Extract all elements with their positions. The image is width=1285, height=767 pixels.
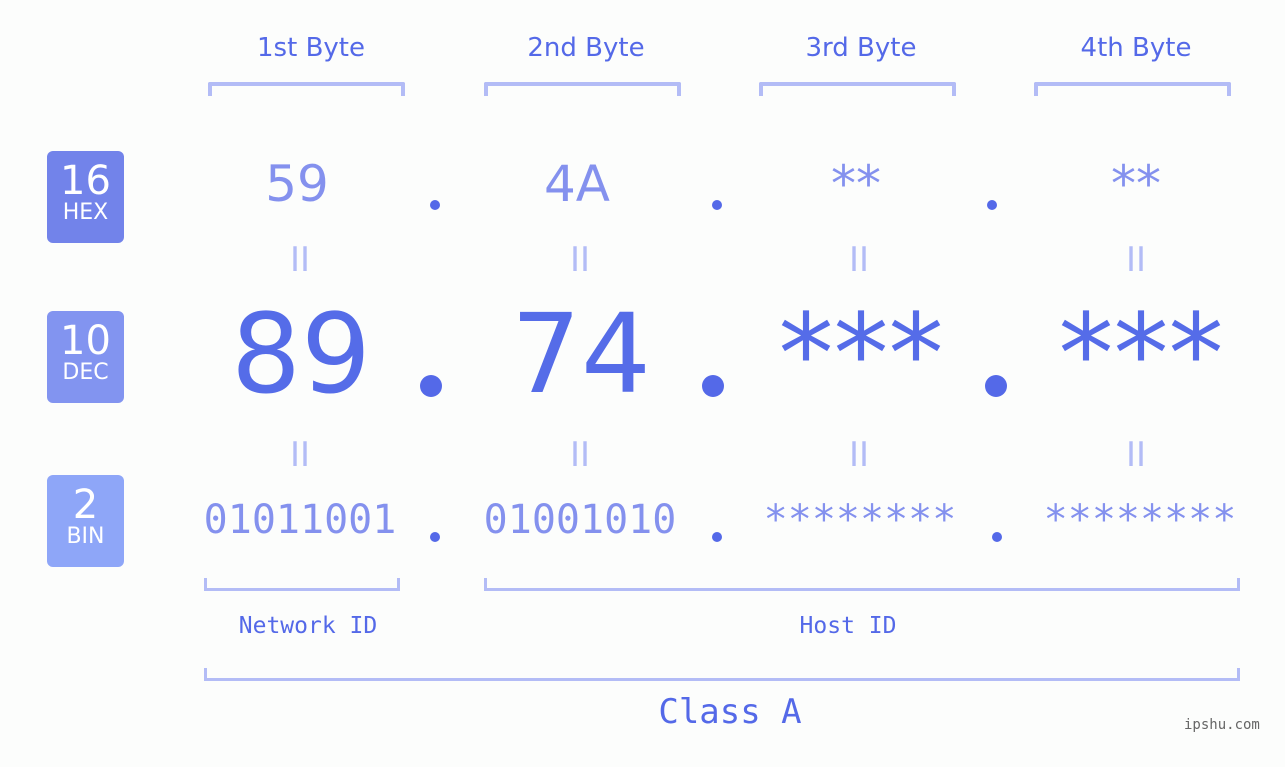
watermark: ipshu.com [1184, 717, 1260, 733]
column-header-1: 1st Byte [257, 33, 365, 63]
bin-separator-dot [712, 532, 722, 542]
bin-separator-dot [430, 532, 440, 542]
hex-separator-dot [987, 200, 997, 210]
host-id-bracket [484, 578, 1240, 591]
byte-bracket-1 [208, 82, 405, 96]
hex-byte-3: ** [831, 155, 881, 213]
bin-badge: 2 BIN [47, 475, 124, 567]
column-header-2: 2nd Byte [527, 33, 645, 63]
equals-sign: II [569, 240, 591, 280]
equals-sign: II [569, 435, 591, 475]
dec-base: 10 [60, 318, 111, 364]
column-header-4: 4th Byte [1080, 33, 1192, 63]
equals-sign: II [848, 435, 870, 475]
host-id-label: Host ID [799, 613, 897, 639]
network-id-label: Network ID [238, 613, 378, 639]
hex-base: 16 [60, 158, 111, 204]
bin-byte-1: 01011001 [203, 497, 397, 543]
hex-label: HEX [62, 200, 109, 225]
bin-label: BIN [66, 524, 105, 549]
equals-sign: II [289, 240, 311, 280]
equals-sign: II [1125, 240, 1147, 280]
equals-sign: II [289, 435, 311, 475]
hex-byte-4: ** [1111, 155, 1161, 213]
class-bracket [204, 668, 1240, 681]
byte-bracket-3 [759, 82, 956, 96]
hex-byte-1: 59 [265, 155, 329, 213]
network-id-bracket [204, 578, 400, 591]
hex-separator-dot [430, 200, 440, 210]
hex-separator-dot [712, 200, 722, 210]
bin-byte-2: 01001010 [483, 497, 677, 543]
dec-byte-3: *** [778, 290, 944, 418]
byte-bracket-2 [484, 82, 681, 96]
dec-byte-2: 74 [511, 290, 651, 418]
hex-byte-2: 4A [543, 155, 610, 213]
dec-separator-dot [420, 375, 442, 397]
dec-separator-dot [985, 375, 1007, 397]
bin-separator-dot [992, 532, 1002, 542]
bin-byte-3: ******** [763, 497, 957, 543]
column-header-3: 3rd Byte [805, 33, 917, 63]
byte-bracket-4 [1034, 82, 1231, 96]
dec-separator-dot [702, 375, 724, 397]
bin-base: 2 [72, 482, 99, 528]
bin-byte-4: ******** [1043, 497, 1237, 543]
equals-sign: II [1125, 435, 1147, 475]
hex-badge: 16 HEX [47, 151, 124, 243]
dec-badge: 10 DEC [47, 311, 124, 403]
dec-byte-1: 89 [231, 290, 371, 418]
dec-byte-4: *** [1058, 290, 1224, 418]
dec-label: DEC [62, 360, 109, 385]
equals-sign: II [848, 240, 870, 280]
class-label: Class A [658, 692, 802, 732]
